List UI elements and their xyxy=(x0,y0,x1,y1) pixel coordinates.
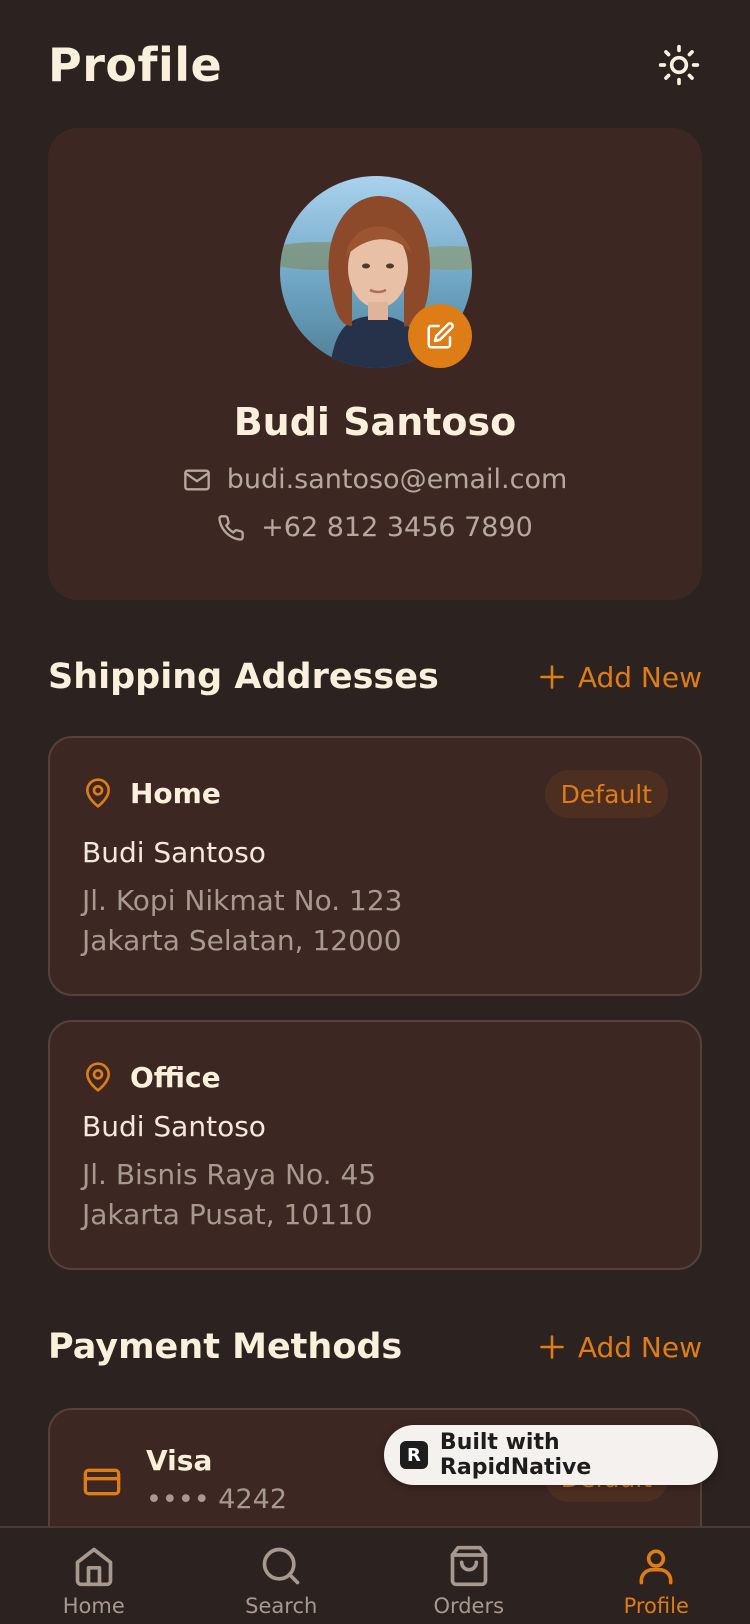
address-line-2: Jakarta Selatan, 12000 xyxy=(82,924,402,957)
built-with-label: Built with RapidNative xyxy=(439,1430,592,1480)
email-text: budi.santoso@email.com xyxy=(226,464,568,495)
header: Profile xyxy=(48,30,702,100)
shopping-bag-icon xyxy=(450,1545,488,1587)
map-pin-icon xyxy=(86,1062,110,1092)
address-label: Home xyxy=(130,776,221,810)
profile-screen: Profile Budi Santoso budi.santoso@email.… xyxy=(0,0,750,1624)
add-payment-button[interactable]: Add New xyxy=(538,1331,702,1364)
mail-icon xyxy=(183,469,210,490)
nav-item-search[interactable]: Search xyxy=(188,1528,376,1624)
edit-avatar-button[interactable] xyxy=(408,304,472,368)
theme-toggle-button[interactable] xyxy=(656,42,702,88)
credit-card-icon xyxy=(83,1468,121,1496)
edit-icon xyxy=(427,322,454,349)
nav-label-profile: Profile xyxy=(623,1594,689,1618)
address-card-office[interactable]: Office Budi Santoso Jl. Bisnis Raya No. … xyxy=(48,1020,702,1270)
payment-section-title: Payment Methods xyxy=(48,1327,403,1367)
user-icon xyxy=(639,1549,673,1585)
payment-name: Visa xyxy=(146,1444,213,1477)
plus-icon xyxy=(540,665,564,689)
bottom-nav: Home Search Orders Profile xyxy=(0,1526,750,1624)
address-label: Office xyxy=(130,1060,221,1094)
map-pin-icon xyxy=(86,778,110,808)
nav-label-orders: Orders xyxy=(433,1594,505,1618)
add-address-button[interactable]: Add New xyxy=(538,661,702,694)
payment-section-header: Payment Methods Add New xyxy=(48,1322,702,1372)
phone-icon xyxy=(218,514,244,541)
nav-label-search: Search xyxy=(245,1594,318,1618)
phone-row: +62 812 3456 7890 xyxy=(48,512,702,543)
add-payment-label: Add New xyxy=(577,1330,702,1364)
add-address-label: Add New xyxy=(577,660,702,694)
address-line-2: Jakarta Pusat, 10110 xyxy=(82,1198,373,1231)
home-icon xyxy=(75,1547,113,1587)
page-title: Profile xyxy=(48,38,223,92)
email-row: budi.santoso@email.com xyxy=(48,464,702,495)
default-badge: Default xyxy=(544,770,668,818)
profile-name: Budi Santoso xyxy=(233,400,517,444)
address-card-home[interactable]: Home Default Budi Santoso Jl. Kopi Nikma… xyxy=(48,736,702,996)
avatar-container xyxy=(280,176,472,368)
rapidnative-logo-icon: R xyxy=(400,1441,428,1469)
profile-card: Budi Santoso budi.santoso@email.com +62 … xyxy=(48,128,702,600)
address-line-1: Jl. Kopi Nikmat No. 123 xyxy=(82,884,403,917)
sun-icon xyxy=(658,44,700,86)
address-header: Home Default xyxy=(82,770,668,818)
search-icon xyxy=(262,1547,300,1585)
address-line-1: Jl. Bisnis Raya No. 45 xyxy=(82,1158,377,1191)
nav-item-profile[interactable]: Profile xyxy=(563,1528,750,1624)
shipping-section-title: Shipping Addresses xyxy=(48,657,439,697)
nav-label-home: Home xyxy=(62,1594,125,1618)
address-recipient: Budi Santoso xyxy=(82,836,266,869)
built-with-badge[interactable]: R Built with RapidNative xyxy=(384,1425,718,1485)
address-header: Office xyxy=(82,1054,668,1100)
phone-text: +62 812 3456 7890 xyxy=(261,512,533,543)
nav-item-orders[interactable]: Orders xyxy=(375,1528,563,1624)
plus-icon xyxy=(540,1335,564,1359)
shipping-section-header: Shipping Addresses Add New xyxy=(48,652,702,702)
nav-item-home[interactable]: Home xyxy=(0,1528,188,1624)
payment-number: •••• 4242 xyxy=(146,1484,287,1515)
address-recipient: Budi Santoso xyxy=(82,1110,266,1143)
